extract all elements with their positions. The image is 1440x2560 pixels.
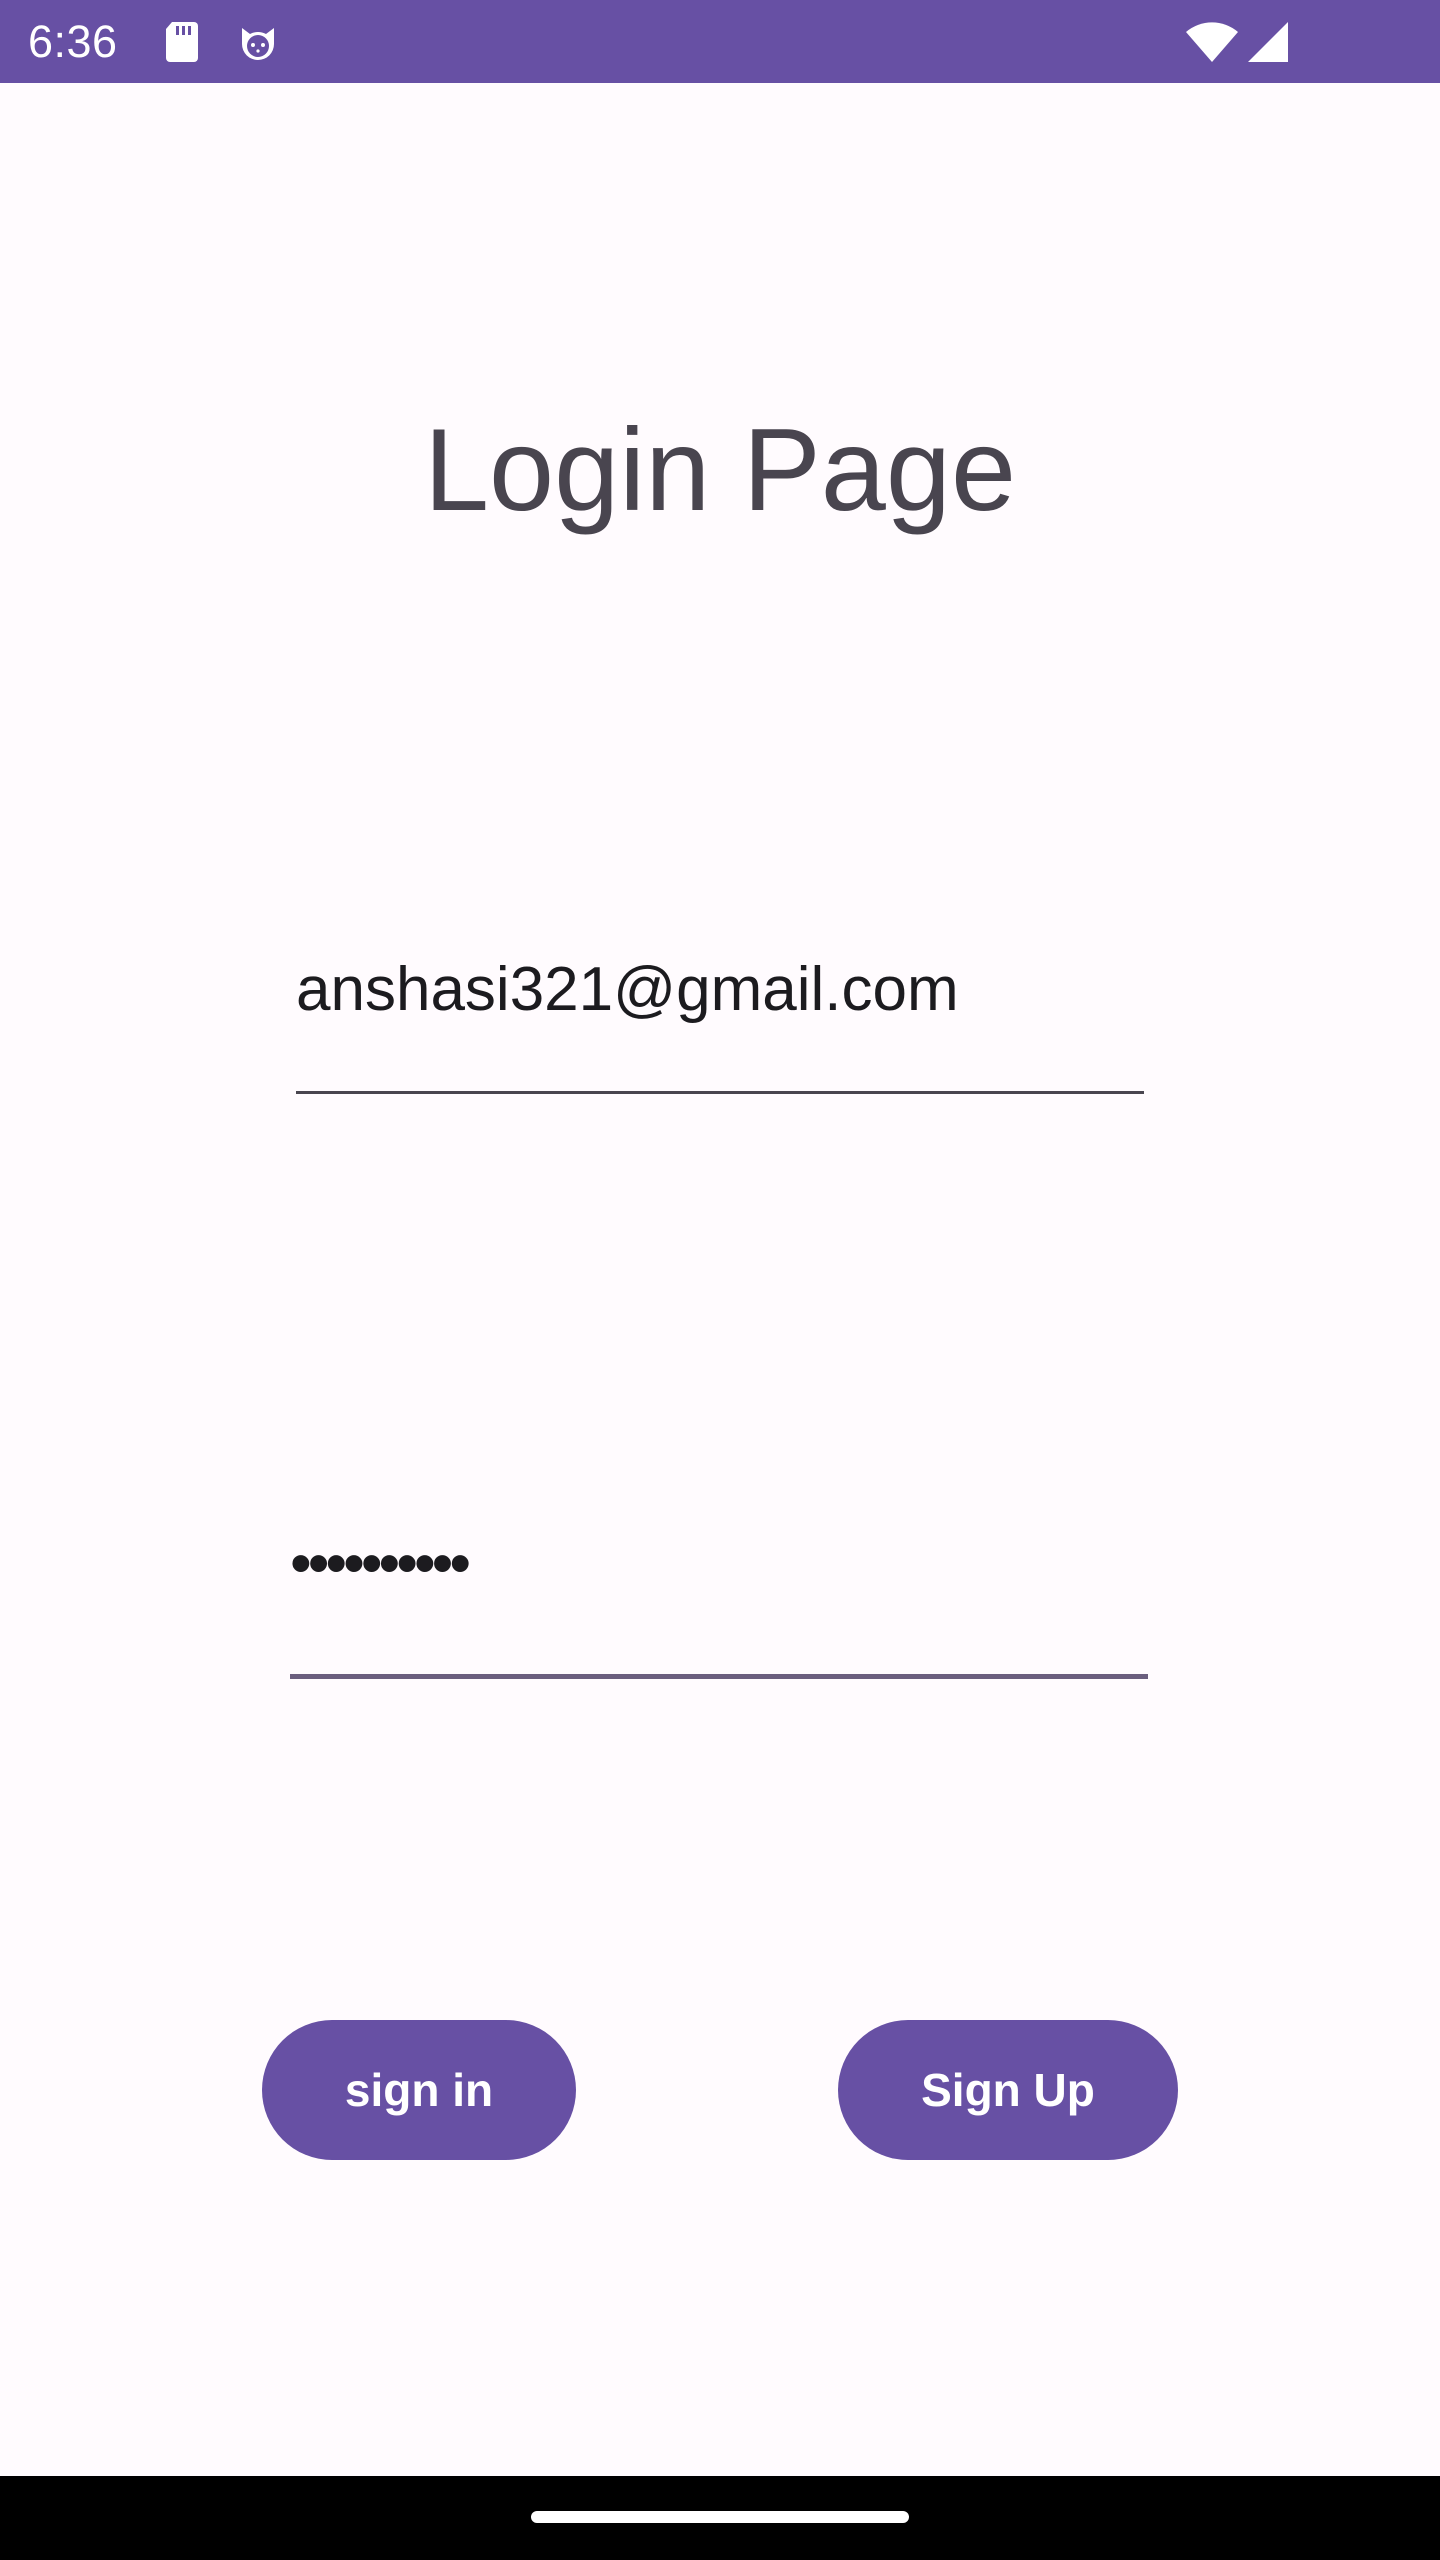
status-bar: 6:36: [0, 0, 1440, 83]
sign-up-button[interactable]: Sign Up: [838, 2020, 1178, 2160]
page-title: Login Page: [423, 404, 1017, 535]
email-field[interactable]: anshasi321@gmail.com: [296, 920, 1144, 1094]
email-value: anshasi321@gmail.com: [296, 955, 959, 1024]
sd-card-icon: [166, 22, 198, 62]
password-field[interactable]: ••••••••••: [290, 1490, 1148, 1679]
sign-in-button[interactable]: sign in: [262, 2020, 576, 2160]
password-value: ••••••••••: [290, 1529, 471, 1598]
cellular-signal-icon: [1248, 22, 1288, 62]
navigation-bar: [0, 2476, 1440, 2560]
wifi-icon: [1186, 22, 1238, 62]
cat-face-icon: [242, 28, 274, 60]
status-time: 6:36: [28, 16, 118, 67]
home-indicator[interactable]: [531, 2511, 909, 2523]
